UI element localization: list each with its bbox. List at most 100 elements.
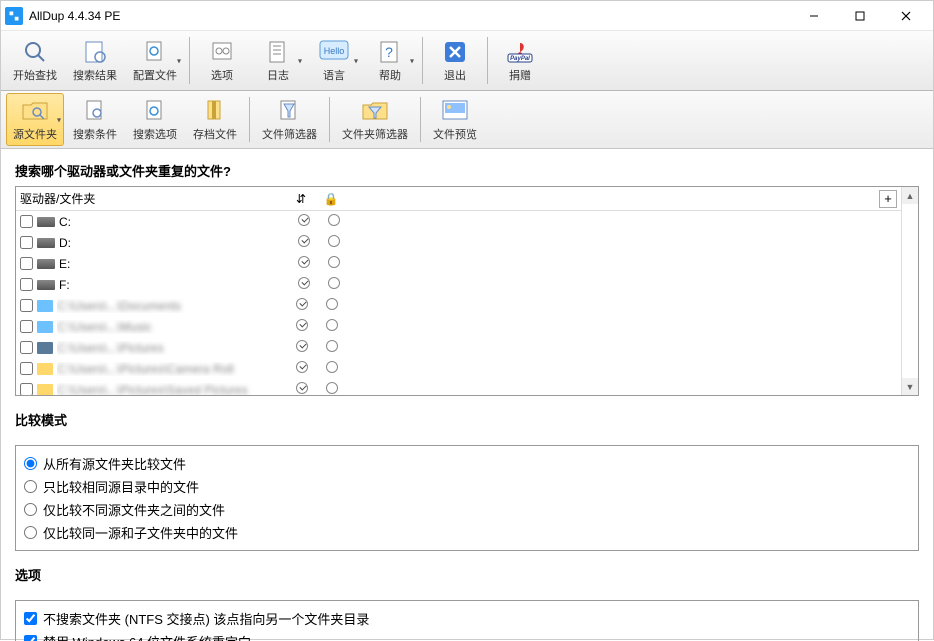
row-radio-1[interactable]: [289, 214, 319, 229]
file-filter-tab[interactable]: 文件筛选器: [255, 93, 324, 146]
column-header-path[interactable]: 驱动器/文件夹: [16, 190, 286, 207]
log-button[interactable]: 日志▾: [251, 33, 305, 88]
row-radio-1[interactable]: [287, 319, 317, 334]
row-checkbox[interactable]: [20, 257, 33, 270]
compare-mode-option[interactable]: 只比较相同源目录中的文件: [24, 475, 910, 498]
maximize-button[interactable]: [837, 1, 883, 31]
radio-input[interactable]: [24, 503, 37, 516]
row-radio-1[interactable]: [289, 235, 319, 250]
radio-input[interactable]: [24, 526, 37, 539]
search-results-button[interactable]: 搜索结果: [66, 33, 124, 88]
row-radio-2[interactable]: [317, 361, 347, 376]
help-button[interactable]: ? 帮助▾: [363, 33, 417, 88]
folder-search-icon: [19, 97, 51, 125]
scroll-up-icon[interactable]: ▲: [902, 187, 918, 204]
row-radio-1[interactable]: [287, 298, 317, 313]
row-radio-2[interactable]: [319, 277, 349, 292]
row-checkbox[interactable]: [20, 278, 33, 291]
separator: [189, 37, 190, 84]
checkbox-input[interactable]: [24, 612, 37, 625]
scroll-thumb[interactable]: [902, 204, 918, 378]
option-label: 仅比较不同源文件夹之间的文件: [43, 500, 225, 519]
archive-files-tab[interactable]: 存档文件: [186, 93, 244, 146]
compare-mode-box: 从所有源文件夹比较文件只比较相同源目录中的文件仅比较不同源文件夹之间的文件仅比较…: [15, 445, 919, 551]
row-radio-1[interactable]: [289, 277, 319, 292]
start-search-button[interactable]: 开始查找: [6, 33, 64, 88]
search-criteria-tab[interactable]: 搜索条件: [66, 93, 124, 146]
row-radio-2[interactable]: [319, 235, 349, 250]
language-button[interactable]: Hello 语言▾: [307, 33, 361, 88]
row-radio-2[interactable]: [317, 340, 347, 355]
list-row[interactable]: C:\Users\...\Pictures\Saved Pictures: [16, 379, 901, 395]
row-radio-2[interactable]: [319, 256, 349, 271]
row-radio-1[interactable]: [287, 361, 317, 376]
radio-input[interactable]: [24, 480, 37, 493]
separator: [422, 37, 423, 84]
drive-icon: [37, 259, 55, 269]
radio-input[interactable]: [24, 457, 37, 470]
row-radio-2[interactable]: [319, 214, 349, 229]
row-checkbox[interactable]: [20, 299, 33, 312]
config-files-button[interactable]: 配置文件▾: [126, 33, 184, 88]
list-row[interactable]: D:: [16, 232, 901, 253]
list-row[interactable]: E:: [16, 253, 901, 274]
search-options-tab[interactable]: 搜索选项: [126, 93, 184, 146]
row-checkbox[interactable]: [20, 383, 33, 395]
row-radio-1[interactable]: [287, 382, 317, 395]
column-header-sort-icon[interactable]: ⇵: [286, 192, 316, 206]
toolbar-label: 退出: [444, 67, 466, 83]
compare-mode-option[interactable]: 从所有源文件夹比较文件: [24, 452, 910, 475]
compare-mode-option[interactable]: 仅比较同一源和子文件夹中的文件: [24, 521, 910, 544]
list-row[interactable]: C:\Users\...\Music: [16, 316, 901, 337]
row-radio-1[interactable]: [289, 256, 319, 271]
gear-icon: [206, 38, 238, 66]
donate-button[interactable]: PayPal 捐赠: [493, 33, 547, 88]
row-checkbox[interactable]: [20, 215, 33, 228]
row-radio-2[interactable]: [317, 298, 347, 313]
window-controls: [791, 1, 929, 31]
toolbar-label: 捐赠: [509, 67, 531, 83]
scrollbar[interactable]: ▲ ▼: [901, 187, 918, 395]
svg-text:?: ?: [385, 44, 393, 60]
row-checkbox[interactable]: [20, 236, 33, 249]
options-box: 不搜索文件夹 (NTFS 交接点) 该点指向另一个文件夹目录禁用 Windows…: [15, 600, 919, 641]
column-header-lock-icon[interactable]: 🔒: [316, 192, 346, 206]
list-row[interactable]: F:: [16, 274, 901, 295]
file-preview-tab[interactable]: 文件预览: [426, 93, 484, 146]
doc-search-icon: [79, 97, 111, 125]
minimize-button[interactable]: [791, 1, 837, 31]
row-path: C:: [59, 215, 289, 229]
tab-label: 文件筛选器: [262, 126, 317, 142]
option-row[interactable]: 禁用 Windows 64 位文件系统重定向: [24, 630, 910, 641]
option-row[interactable]: 不搜索文件夹 (NTFS 交接点) 该点指向另一个文件夹目录: [24, 607, 910, 630]
add-folder-button[interactable]: +: [879, 190, 897, 208]
list-row[interactable]: C:\Users\...\Pictures: [16, 337, 901, 358]
separator: [329, 97, 330, 142]
row-radio-2[interactable]: [317, 382, 347, 395]
row-checkbox[interactable]: [20, 341, 33, 354]
toolbar-label: 选项: [211, 67, 233, 83]
option-label: 从所有源文件夹比较文件: [43, 454, 186, 473]
section-heading: 搜索哪个驱动器或文件夹重复的文件?: [15, 161, 919, 180]
compare-mode-option[interactable]: 仅比较不同源文件夹之间的文件: [24, 498, 910, 521]
row-path: C:\Users\...\Pictures\Camera Roll: [57, 362, 287, 376]
chevron-down-icon: ▾: [57, 115, 61, 124]
option-label: 仅比较同一源和子文件夹中的文件: [43, 523, 238, 542]
svg-text:Hello: Hello: [324, 46, 345, 56]
scroll-down-icon[interactable]: ▼: [902, 378, 918, 395]
exit-button[interactable]: 退出: [428, 33, 482, 88]
row-radio-1[interactable]: [287, 340, 317, 355]
source-folder-tab[interactable]: 源文件夹▾: [6, 93, 64, 146]
close-button[interactable]: [883, 1, 929, 31]
list-row[interactable]: C:: [16, 211, 901, 232]
checkbox-input[interactable]: [24, 635, 37, 641]
row-checkbox[interactable]: [20, 362, 33, 375]
log-icon: [262, 38, 294, 66]
list-row[interactable]: C:\Users\...\Documents: [16, 295, 901, 316]
options-button[interactable]: 选项: [195, 33, 249, 88]
row-radio-2[interactable]: [317, 319, 347, 334]
row-checkbox[interactable]: [20, 320, 33, 333]
folder-funnel-icon: [359, 97, 391, 125]
list-row[interactable]: C:\Users\...\Pictures\Camera Roll: [16, 358, 901, 379]
folder-filter-tab[interactable]: 文件夹筛选器: [335, 93, 415, 146]
